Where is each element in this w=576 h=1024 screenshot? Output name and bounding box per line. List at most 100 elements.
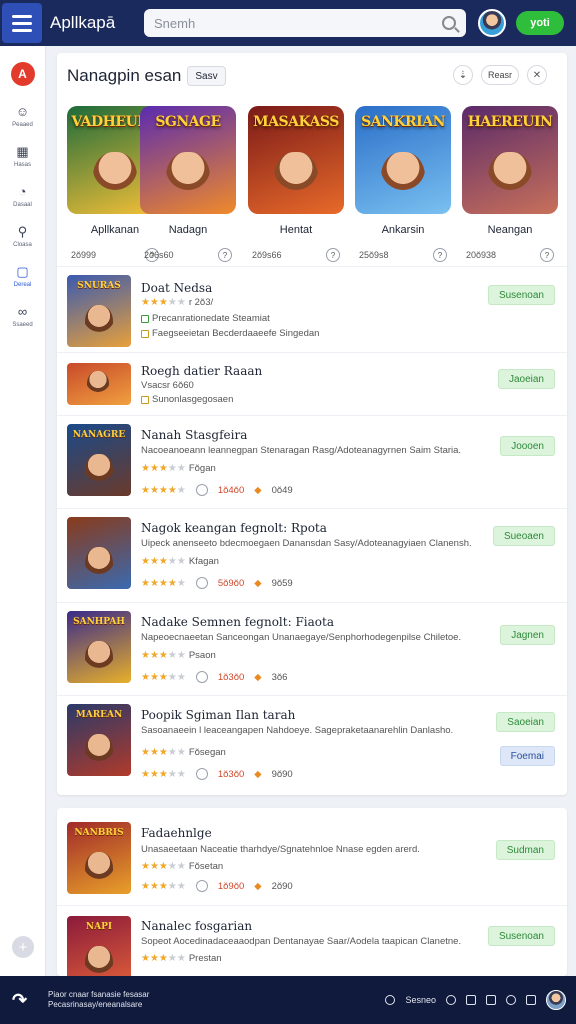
sidebar-item-profile[interactable]: ☺ Peaaed <box>0 96 45 136</box>
reset-button[interactable]: Reasr <box>480 65 519 85</box>
item-rating: ★★★★★ Psaon <box>141 650 216 661</box>
install-button[interactable]: Jagnen <box>500 625 555 645</box>
game-thumbnail[interactable]: NANAGRE <box>67 424 131 496</box>
featured-item[interactable]: SANKRIAN Ankarsin 25ŏ9s8? <box>355 106 451 262</box>
globe-icon[interactable] <box>385 995 396 1005</box>
add-button[interactable]: + <box>12 936 34 958</box>
sidebar-item-grid[interactable]: ▦ Hasas <box>0 136 45 176</box>
gem-icon: ◆ <box>254 577 262 589</box>
info-icon[interactable] <box>195 577 208 589</box>
info-icon[interactable]: ? <box>540 248 554 262</box>
emoji-icon[interactable] <box>506 995 516 1005</box>
info-icon[interactable] <box>195 880 208 892</box>
character-image <box>274 152 318 204</box>
install-button[interactable]: Jaoeian <box>497 369 555 389</box>
character-image <box>85 305 113 341</box>
game-thumbnail[interactable]: NAPI <box>67 916 131 976</box>
list-item[interactable]: Roegh datier Raaan Vsacsr 6ŏ60 Sunonlasg… <box>57 352 567 415</box>
featured-item[interactable]: MASAKASS Hentat 2ŏ9s66? <box>248 106 344 262</box>
featured-meta: 20ŏ938? <box>462 248 558 262</box>
character-image <box>85 454 113 490</box>
detail-text: Sunonlasgegosaen <box>152 394 234 405</box>
section-actions: ⇣ Reasr ✕ <box>452 65 547 85</box>
character-image <box>85 946 113 976</box>
install-button[interactable]: Joooen <box>500 436 555 456</box>
item-stats: ★★★★★ 1ŏ4ŏ0 ◆ 0ŏ49 <box>141 484 293 496</box>
art-title: HAEREUIN <box>467 114 553 130</box>
settings-icon[interactable] <box>446 995 456 1005</box>
install-button[interactable]: Saoeian <box>496 712 555 732</box>
game-thumbnail[interactable]: NANBRIS <box>67 822 131 894</box>
save-button[interactable]: Sasv <box>187 66 226 86</box>
sidebar-item-search[interactable]: ⚲ Cloasa <box>0 216 45 256</box>
star-rating: ★★★★★ <box>141 747 186 758</box>
featured-item[interactable]: HAEREUIN Neangan 20ŏ938? <box>462 106 558 262</box>
list-item[interactable]: NAPI Nanalec fosgarian Sopeot Aocedinada… <box>57 905 567 976</box>
network-icon: ∞ <box>17 303 28 319</box>
item-title: Nagok keangan fegnolt: Rpota <box>141 521 327 535</box>
star-rating: ★★★★★ <box>141 556 186 567</box>
list-item[interactable]: SANHPAH Nadake Semnen fegnolt: Fiaota Na… <box>57 602 567 695</box>
install-button[interactable]: Susenoan <box>487 285 555 305</box>
item-stats: ★★★★★ 1ŏ9ŏ0 ◆ 2ŏ90 <box>141 880 293 892</box>
item-rating: ★★★★★ Fŏsegan <box>141 747 226 758</box>
game-thumbnail[interactable]: SANHPAH <box>67 611 131 683</box>
info-icon[interactable] <box>195 671 208 683</box>
list-item[interactable]: SNURAS Doat Nedsa ★★★★★ r 2ŏ3/ Precanrati… <box>57 266 567 352</box>
more-button[interactable]: Foemai <box>499 746 555 766</box>
install-button[interactable]: Sueoaen <box>492 526 555 546</box>
featured-item[interactable]: SGNAGE Nadagn 2ŏ6s60? <box>140 106 236 262</box>
list-item[interactable]: NANBRIS Fadaehnlge Unasaeetaan Naceatie … <box>57 808 567 905</box>
sidebar-item-folder[interactable]: ▢ Dereal <box>0 256 45 296</box>
rating-text: Fŏsegan <box>188 747 226 758</box>
share-icon[interactable] <box>526 995 536 1005</box>
featured-art[interactable]: MASAKASS <box>248 106 344 214</box>
thumb-title: NANAGRE <box>72 430 126 440</box>
list-item[interactable]: Nagok keangan fegnolt: Rpota Uipeck anen… <box>57 508 567 602</box>
download-icon[interactable]: ⇣ <box>452 65 473 85</box>
footer-logo-icon[interactable]: ↷ <box>12 990 32 1010</box>
featured-art[interactable]: HAEREUIN <box>462 106 558 214</box>
info-icon[interactable] <box>195 484 208 496</box>
sidebar-item-dashboard[interactable]: ◔ Dasaal <box>0 176 45 216</box>
tag-icon <box>141 329 149 338</box>
game-thumbnail[interactable] <box>67 363 131 405</box>
featured-art[interactable]: SANKRIAN <box>355 106 451 214</box>
install-button[interactable]: Sudman <box>495 840 555 860</box>
avatar[interactable] <box>478 9 506 37</box>
menu-icon[interactable] <box>2 3 42 43</box>
brand-logo-icon[interactable]: A <box>10 62 35 86</box>
info-icon[interactable]: ? <box>218 248 232 262</box>
search-input[interactable] <box>154 15 442 31</box>
search-bar[interactable] <box>144 9 466 37</box>
header-action-button[interactable]: yoti <box>516 11 564 35</box>
chat-icon[interactable] <box>486 995 496 1005</box>
character-image <box>85 734 113 770</box>
info-icon[interactable] <box>195 768 208 780</box>
image-icon[interactable] <box>466 995 476 1005</box>
install-button[interactable]: Susenoan <box>487 926 555 946</box>
thumb-title: MAREAN <box>75 710 123 720</box>
featured-art[interactable]: SGNAGE <box>140 106 236 214</box>
character-image <box>381 152 425 204</box>
item-price: 1ŏ4ŏ0 <box>217 484 245 496</box>
gem-icon: ◆ <box>254 671 262 683</box>
search-icon[interactable] <box>442 16 456 30</box>
close-icon[interactable]: ✕ <box>527 65 547 85</box>
star-rating: ★★★★★ <box>141 297 186 308</box>
item-price: 1ŏ3ŏ0 <box>217 671 245 683</box>
grid-icon: ▦ <box>16 143 29 159</box>
list-item[interactable]: NANAGRE Nanah Stasgfeira Nacoeanoeann le… <box>57 415 567 508</box>
game-thumbnail[interactable] <box>67 517 131 589</box>
list-item[interactable]: MAREAN Poopik Sgiman Ilan tarah Sasoanae… <box>57 695 567 795</box>
rating-text: Kfagan <box>188 556 219 567</box>
sidebar-item-network[interactable]: ∞ Ssaeed <box>0 296 45 336</box>
detail-text: Faegseeietan Becderdaaeefe Singedan <box>152 328 320 339</box>
info-icon[interactable]: ? <box>433 248 447 262</box>
rating-text: Fŏsetan <box>188 861 224 872</box>
game-thumbnail[interactable]: SNURAS <box>67 275 131 347</box>
avatar[interactable] <box>546 990 566 1010</box>
game-thumbnail[interactable]: MAREAN <box>67 704 131 776</box>
info-icon[interactable]: ? <box>326 248 340 262</box>
item-title: Doat Nedsa <box>141 281 213 295</box>
